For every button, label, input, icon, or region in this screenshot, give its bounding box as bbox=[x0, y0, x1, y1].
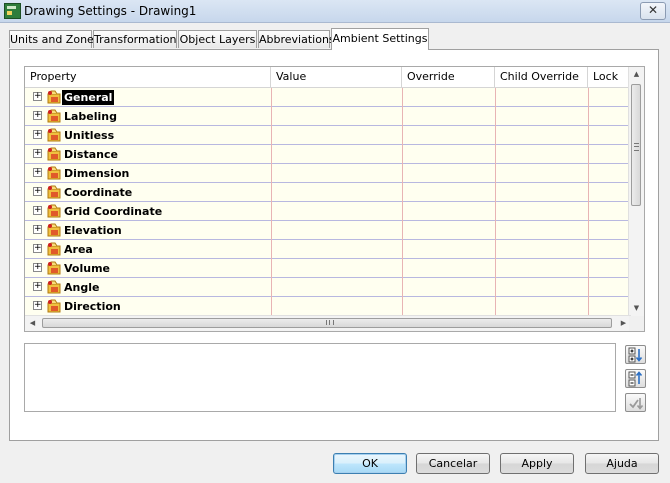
column-header-value[interactable]: Value bbox=[271, 67, 402, 87]
grid-rows: + General + Labeling + Unitless + Distance + Dime… bbox=[25, 88, 631, 316]
cancel-button[interactable]: Cancelar bbox=[416, 453, 490, 474]
expand-plus-icon[interactable]: + bbox=[33, 225, 42, 234]
expand-plus-icon[interactable]: + bbox=[33, 244, 42, 253]
expand-all-button[interactable] bbox=[625, 345, 646, 364]
grid-row[interactable]: + Unitless bbox=[25, 126, 631, 145]
grid-row[interactable]: + Volume bbox=[25, 259, 631, 278]
column-header-property[interactable]: Property bbox=[25, 67, 271, 87]
expand-plus-icon[interactable]: + bbox=[33, 301, 42, 310]
expand-plus-icon[interactable]: + bbox=[33, 92, 42, 101]
vertical-scroll-thumb[interactable] bbox=[631, 84, 641, 206]
tab-units-and-zone[interactable]: Units and Zone bbox=[9, 30, 94, 48]
property-description-box bbox=[24, 343, 616, 412]
window-title: Drawing Settings - Drawing1 bbox=[24, 4, 197, 18]
category-settings-icon bbox=[47, 166, 61, 180]
category-settings-icon bbox=[47, 280, 61, 294]
apply-override-icon bbox=[629, 398, 644, 410]
category-settings-icon bbox=[47, 204, 61, 218]
expand-plus-icon[interactable]: + bbox=[33, 168, 42, 177]
property-grid[interactable]: Property Value Override Child Override L… bbox=[24, 66, 645, 332]
scroll-left-arrow-icon[interactable]: ◀ bbox=[25, 316, 40, 331]
row-label[interactable]: Direction bbox=[62, 299, 123, 314]
expand-plus-icon[interactable]: + bbox=[33, 282, 42, 291]
row-label[interactable]: Labeling bbox=[62, 109, 119, 124]
horizontal-scroll-thumb[interactable] bbox=[42, 318, 612, 328]
ok-button[interactable]: OK bbox=[333, 453, 407, 474]
row-label[interactable]: Volume bbox=[62, 261, 112, 276]
category-settings-icon bbox=[47, 261, 61, 275]
scroll-up-arrow-icon[interactable]: ▲ bbox=[629, 67, 644, 82]
grid-row[interactable]: + General bbox=[25, 88, 631, 107]
category-settings-icon bbox=[47, 109, 61, 123]
help-button[interactable]: Ajuda bbox=[585, 453, 659, 474]
expand-plus-icon[interactable]: + bbox=[33, 187, 42, 196]
row-label[interactable]: Unitless bbox=[62, 128, 116, 143]
tab-object-layers[interactable]: Object Layers bbox=[178, 30, 257, 48]
expand-plus-icon[interactable]: + bbox=[33, 149, 42, 158]
category-settings-icon bbox=[47, 223, 61, 237]
category-settings-icon bbox=[47, 185, 61, 199]
column-header-lock[interactable]: Lock bbox=[588, 67, 631, 87]
horizontal-scrollbar[interactable]: ◀ ▶ bbox=[25, 315, 631, 331]
scrollbar-corner bbox=[629, 316, 644, 331]
row-label[interactable]: Distance bbox=[62, 147, 120, 162]
tab-ambient-settings[interactable]: Ambient Settings bbox=[331, 28, 429, 50]
row-label[interactable]: Area bbox=[62, 242, 95, 257]
collapse-all-icon bbox=[628, 371, 643, 387]
expand-plus-icon[interactable]: + bbox=[33, 263, 42, 272]
expand-plus-icon[interactable]: + bbox=[33, 111, 42, 120]
tab-transformation[interactable]: Transformation bbox=[93, 30, 177, 48]
grid-row[interactable]: + Grid Coordinate bbox=[25, 202, 631, 221]
tab-abbreviations[interactable]: Abbreviations bbox=[258, 30, 335, 48]
grid-header: Property Value Override Child Override L… bbox=[25, 67, 631, 88]
grid-row[interactable]: + Elevation bbox=[25, 221, 631, 240]
category-settings-icon bbox=[47, 90, 61, 104]
category-settings-icon bbox=[47, 299, 61, 313]
grid-row[interactable]: + Labeling bbox=[25, 107, 631, 126]
row-label[interactable]: Angle bbox=[62, 280, 101, 295]
grid-row[interactable]: + Area bbox=[25, 240, 631, 259]
row-label[interactable]: Dimension bbox=[62, 166, 131, 181]
collapse-all-button[interactable] bbox=[625, 369, 646, 388]
app-icon bbox=[4, 3, 21, 19]
close-button[interactable]: ✕ bbox=[640, 2, 666, 20]
row-label[interactable]: Coordinate bbox=[62, 185, 134, 200]
category-settings-icon bbox=[47, 147, 61, 161]
category-settings-icon bbox=[47, 128, 61, 142]
column-header-child-override[interactable]: Child Override bbox=[495, 67, 588, 87]
grid-row[interactable]: + Coordinate bbox=[25, 183, 631, 202]
expand-all-icon bbox=[628, 347, 643, 363]
scroll-down-arrow-icon[interactable]: ▼ bbox=[629, 301, 644, 316]
row-label[interactable]: Grid Coordinate bbox=[62, 204, 164, 219]
grid-row[interactable]: + Angle bbox=[25, 278, 631, 297]
column-header-override[interactable]: Override bbox=[402, 67, 495, 87]
apply-button[interactable]: Apply bbox=[500, 453, 574, 474]
expand-plus-icon[interactable]: + bbox=[33, 206, 42, 215]
apply-override-button[interactable] bbox=[625, 393, 646, 412]
grid-row[interactable]: + Distance bbox=[25, 145, 631, 164]
grid-row[interactable]: + Dimension bbox=[25, 164, 631, 183]
expand-plus-icon[interactable]: + bbox=[33, 130, 42, 139]
title-bar: Drawing Settings - Drawing1 ✕ bbox=[0, 0, 670, 23]
category-settings-icon bbox=[47, 242, 61, 256]
row-label[interactable]: General bbox=[62, 90, 115, 105]
vertical-scrollbar[interactable]: ▲ ▼ bbox=[628, 67, 644, 316]
grid-row[interactable]: + Direction bbox=[25, 297, 631, 316]
row-label[interactable]: Elevation bbox=[62, 223, 124, 238]
